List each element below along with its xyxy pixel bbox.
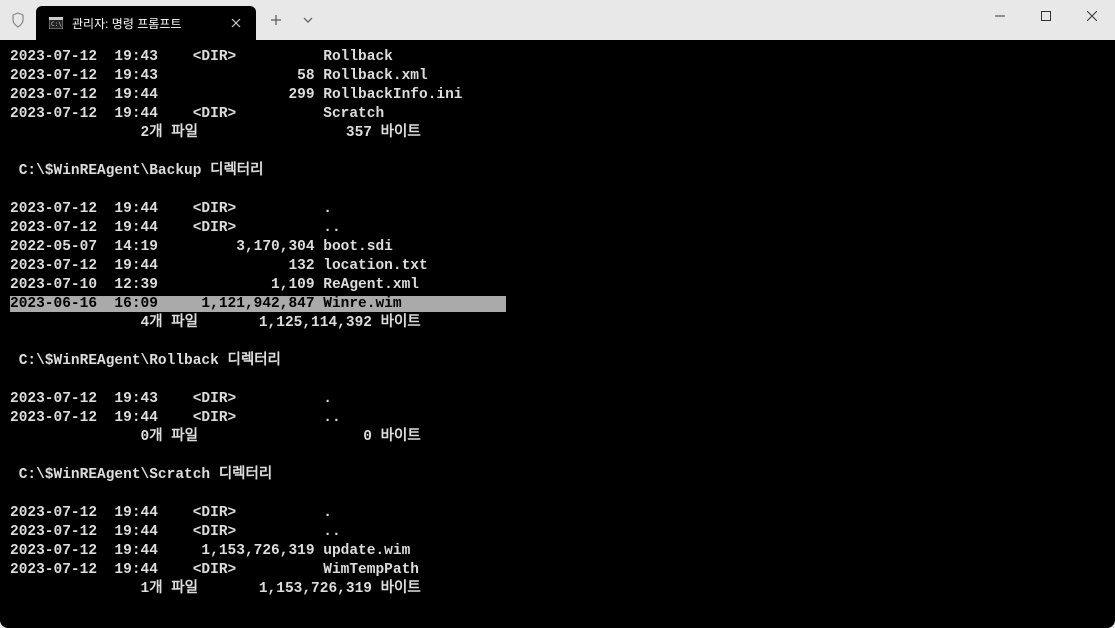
terminal-line: 2023-07-12 19:43 <DIR> . [10,390,1105,409]
cmd-icon: C:\ [48,15,64,31]
new-tab-button[interactable] [260,4,292,36]
terminal-line [10,181,1105,200]
svg-text:C:\: C:\ [51,21,62,28]
close-button[interactable] [1069,0,1115,32]
terminal-line: 2023-07-12 19:43 <DIR> Rollback [10,48,1105,67]
terminal-line: 2023-07-12 19:44 <DIR> . [10,504,1105,523]
terminal-line: 2개 파일 357 바이트 [10,124,1105,143]
terminal-line: 1개 파일 1,153,726,319 바이트 [10,580,1105,599]
active-tab[interactable]: C:\ 관리자: 명령 프롬프트 [36,6,256,40]
terminal-line: 2023-06-16 16:09 1,121,942,847 Winre.wim [10,295,1105,314]
terminal-line: 2023-07-12 19:43 58 Rollback.xml [10,67,1105,86]
titlebar[interactable]: C:\ 관리자: 명령 프롬프트 [0,0,1115,40]
window-controls [977,0,1115,40]
tab-dropdown-button[interactable] [292,4,324,36]
terminal-line: 2023-07-10 12:39 1,109 ReAgent.xml [10,276,1105,295]
terminal-line: 2023-07-12 19:44 299 RollbackInfo.ini [10,86,1105,105]
terminal-line: 2022-05-07 14:19 3,170,304 boot.sdi [10,238,1105,257]
terminal-line [10,447,1105,466]
terminal-line [10,333,1105,352]
terminal-line: C:\$WinREAgent\Backup 디렉터리 [10,162,1105,181]
terminal-line [10,485,1105,504]
terminal-line: C:\$WinREAgent\Rollback 디렉터리 [10,352,1105,371]
terminal-window: C:\ 관리자: 명령 프롬프트 [0,0,1115,628]
terminal-line: 2023-07-12 19:44 <DIR> Scratch [10,105,1105,124]
terminal-line: 2023-07-12 19:44 <DIR> WimTempPath [10,561,1105,580]
maximize-button[interactable] [1023,0,1069,32]
terminal-line: 2023-07-12 19:44 <DIR> . [10,200,1105,219]
minimize-button[interactable] [977,0,1023,32]
terminal-output[interactable]: 2023-07-12 19:43 <DIR> Rollback2023-07-1… [0,40,1115,628]
shield-icon [0,0,36,40]
tab-close-button[interactable] [228,15,244,31]
terminal-line: C:\$WinREAgent\Scratch 디렉터리 [10,466,1105,485]
terminal-line: 2023-07-12 19:44 <DIR> .. [10,219,1105,238]
terminal-line [10,143,1105,162]
terminal-line: 2023-07-12 19:44 1,153,726,319 update.wi… [10,542,1105,561]
terminal-line: 2023-07-12 19:44 <DIR> .. [10,409,1105,428]
terminal-line: 0개 파일 0 바이트 [10,428,1105,447]
terminal-line: 2023-07-12 19:44 <DIR> .. [10,523,1105,542]
terminal-line [10,371,1105,390]
terminal-line: 2023-07-12 19:44 132 location.txt [10,257,1105,276]
terminal-line: 4개 파일 1,125,114,392 바이트 [10,314,1105,333]
tab-title: 관리자: 명령 프롬프트 [72,15,220,32]
titlebar-left: C:\ 관리자: 명령 프롬프트 [0,0,324,40]
